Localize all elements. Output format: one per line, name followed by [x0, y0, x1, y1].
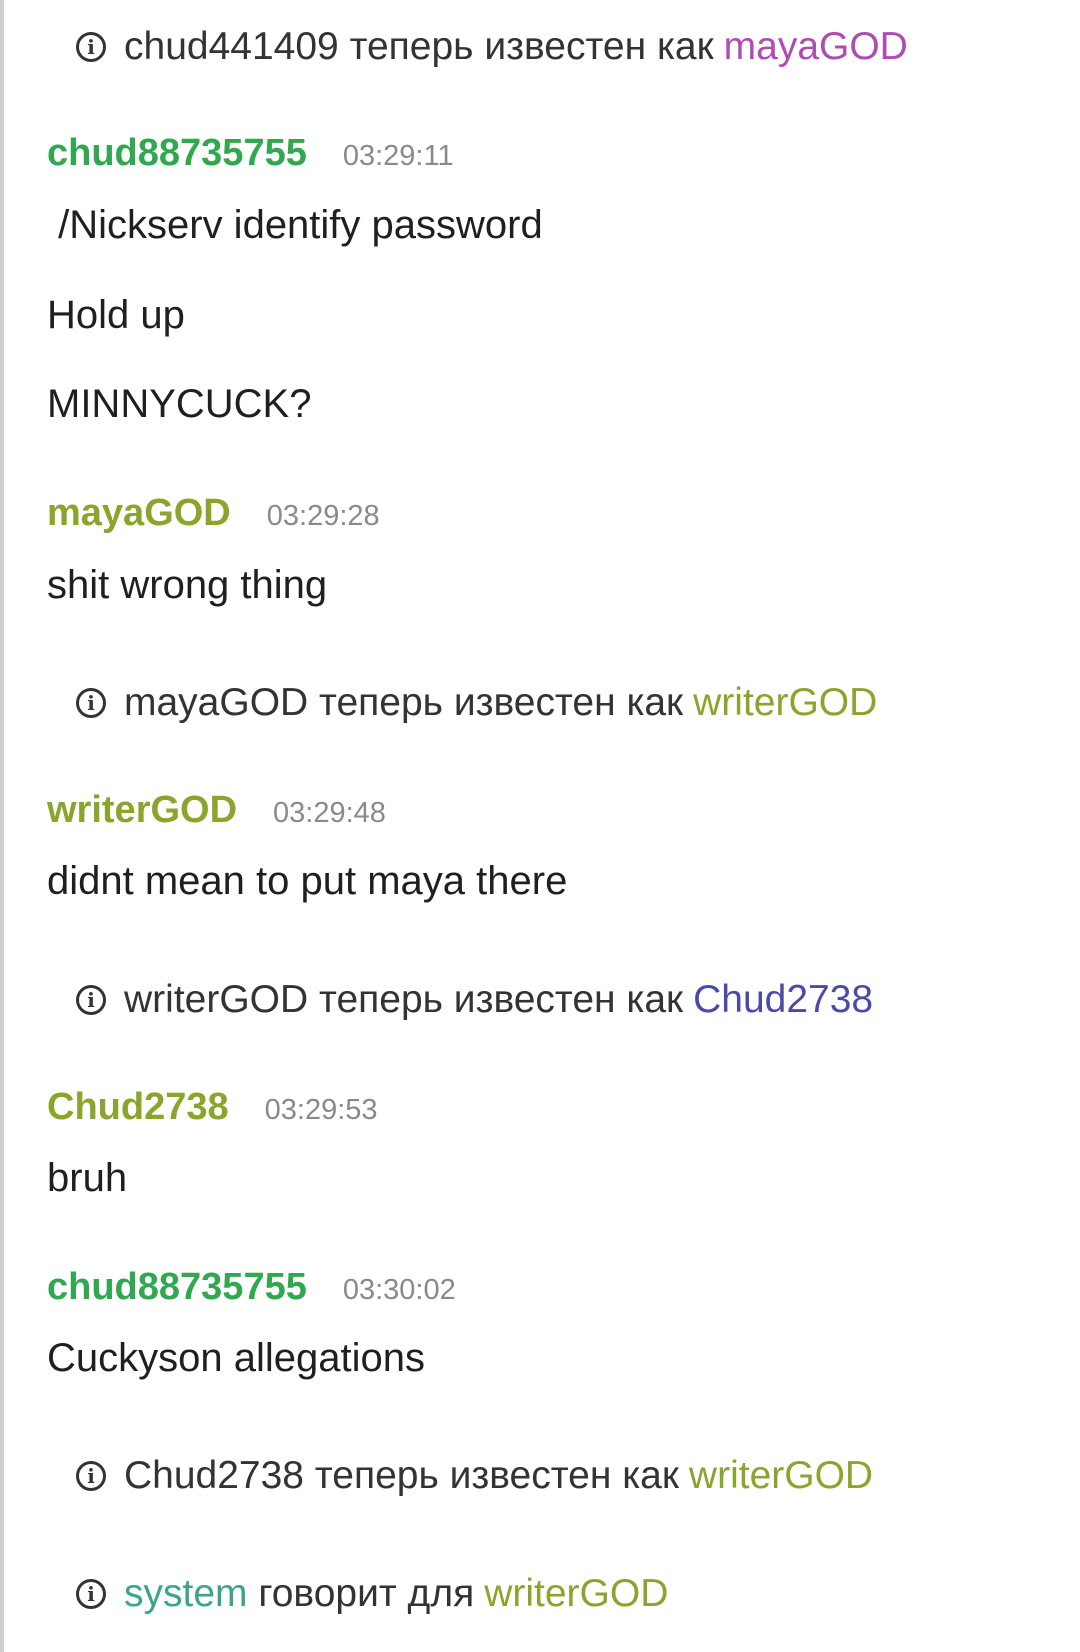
- message-header: chud88735755 03:29:11: [47, 132, 454, 180]
- timestamp: 03:29:48: [273, 797, 386, 829]
- info-icon: i: [76, 1579, 106, 1609]
- timestamp: 03:29:28: [266, 500, 380, 532]
- notice-text: теперь известен как: [319, 681, 684, 724]
- notice-text: теперь известен как: [319, 978, 684, 1021]
- new-nick[interactable]: Chud2738: [693, 978, 873, 1022]
- notice-text: говорит для: [258, 1572, 475, 1615]
- system-notice: i system говорит для writerGOD: [76, 1569, 668, 1619]
- old-nick: mayaGOD: [124, 681, 309, 724]
- message-header: chud88735755 03:30:02: [47, 1266, 456, 1314]
- nick-change-notice: i writerGOD теперь известен как Chud2738: [76, 975, 873, 1025]
- timestamp: 03:29:11: [342, 140, 454, 172]
- notice-text: теперь известен как: [349, 25, 714, 68]
- new-nick[interactable]: mayaGOD: [724, 25, 908, 69]
- message-text: Hold up: [47, 293, 185, 337]
- nick-change-notice: i Chud2738 теперь известен как writerGOD: [76, 1451, 873, 1501]
- old-nick: Chud2738: [124, 1454, 304, 1497]
- timestamp: 03:29:53: [264, 1094, 378, 1126]
- message-header: writerGOD 03:29:48: [47, 789, 386, 837]
- author-name[interactable]: chud88735755: [47, 1266, 307, 1309]
- old-nick: writerGOD: [124, 978, 309, 1021]
- message-text: shit wrong thing: [47, 563, 328, 607]
- message-header: Chud2738 03:29:53: [47, 1086, 378, 1134]
- target-nick[interactable]: writerGOD: [484, 1572, 668, 1616]
- nick-change-notice: i mayaGOD теперь известен как writerGOD: [76, 678, 877, 728]
- old-nick: chud441409: [124, 25, 339, 68]
- author-name[interactable]: writerGOD: [47, 789, 237, 832]
- timestamp: 03:30:02: [342, 1274, 456, 1306]
- info-icon: i: [76, 688, 106, 718]
- new-nick[interactable]: writerGOD: [693, 681, 877, 725]
- message-text: bruh: [47, 1156, 128, 1200]
- message-text: /Nickserv identify password: [47, 203, 543, 247]
- info-icon: i: [76, 32, 106, 62]
- new-nick[interactable]: writerGOD: [689, 1454, 873, 1498]
- sender-nick[interactable]: system: [124, 1572, 248, 1616]
- chat-feed[interactable]: i chud441409 теперь известен как mayaGOD…: [0, 0, 1080, 1652]
- author-name[interactable]: chud88735755: [47, 132, 307, 175]
- message-text: MINNYCUCK?: [47, 382, 312, 426]
- notice-text: теперь известен как: [314, 1454, 679, 1497]
- author-name[interactable]: Chud2738: [47, 1086, 229, 1129]
- nick-change-notice: i chud441409 теперь известен как mayaGOD: [76, 22, 908, 72]
- info-icon: i: [76, 1461, 106, 1491]
- author-name[interactable]: mayaGOD: [47, 492, 231, 535]
- info-icon: i: [76, 985, 106, 1015]
- message-header: mayaGOD 03:29:28: [47, 492, 380, 540]
- message-text: didnt mean to put maya there: [47, 859, 568, 903]
- message-text: Cuckyson allegations: [47, 1336, 425, 1380]
